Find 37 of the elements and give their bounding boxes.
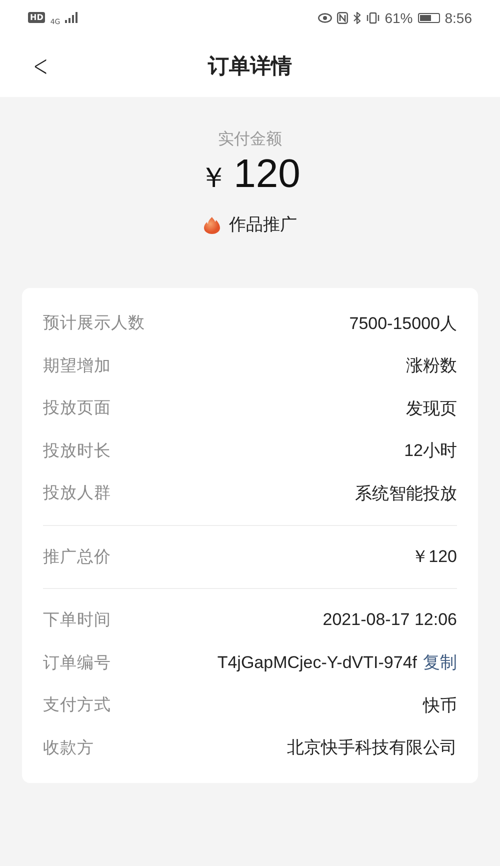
back-button[interactable]: < [29,49,52,84]
field-label: 期望增加 [43,354,111,377]
page-title: 订单详情 [208,53,292,80]
field-label: 收款方 [43,736,94,759]
field-value: 北京快手科技有限公司 [287,737,457,760]
field-label: 下单时间 [43,609,111,632]
field-label: 投放页面 [43,397,111,420]
battery-percentage: 61% [384,10,413,26]
product-name: 作品推广 [229,214,297,236]
amount-value: 120 [234,152,300,197]
battery-icon [418,12,440,22]
nfc-icon [336,12,348,24]
copy-link[interactable]: 复制 [423,651,457,674]
hd-badge: HD [28,12,46,23]
field-label: 投放时长 [43,440,111,462]
field-value: 发现页 [406,398,457,420]
field-label: 订单编号 [43,652,111,674]
eye-icon [318,12,332,22]
clock: 8:56 [444,10,472,26]
field-value: 7500-15000人 [349,312,457,335]
field-label: 支付方式 [43,694,111,716]
bluetooth-icon [352,12,361,24]
flame-icon [203,216,221,234]
field-value: 12小时 [404,440,457,462]
field-label: 预计展示人数 [43,312,145,334]
field-label: 投放人群 [43,482,111,504]
field-value: 系统智能投放 [355,482,457,505]
field-value: 涨粉数 [406,355,457,378]
field-value: 快币 [423,694,457,717]
field-value: ￥120 [412,546,457,568]
field-value: T4jGapMCjec-Y-dVTI-974f [217,652,417,673]
currency-symbol: ￥ [200,160,228,196]
vibrate-icon [366,12,380,24]
field-value: 2021-08-17 12:06 [322,610,457,630]
amount-label: 实付金额 [218,129,282,150]
field-label: 推广总价 [43,546,111,568]
signal-icon [65,12,80,23]
